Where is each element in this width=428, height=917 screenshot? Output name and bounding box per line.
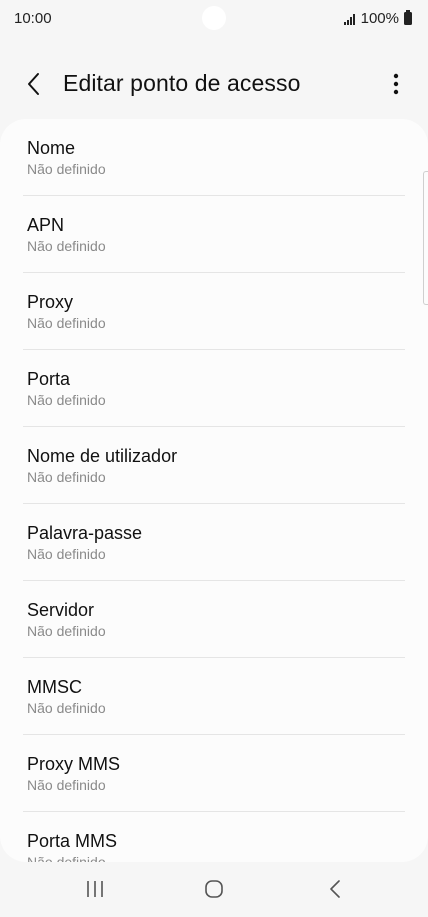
settings-list: Nome Não definido APN Não definido Proxy…	[0, 119, 428, 862]
chevron-left-icon	[28, 73, 39, 95]
screen: 10:00 100% Editar ponto de acesso Nome N…	[0, 0, 428, 917]
home-icon	[205, 880, 223, 898]
page-title: Editar ponto de acesso	[63, 70, 301, 96]
item-title: MMSC	[27, 677, 82, 697]
back-icon	[330, 880, 340, 898]
item-title: Porta MMS	[27, 831, 118, 851]
item-subtitle: Não definido	[27, 546, 106, 562]
list-item-servidor[interactable]: Servidor Não definido	[0, 581, 428, 658]
item-subtitle: Não definido	[27, 238, 106, 254]
item-subtitle: Não definido	[27, 392, 106, 408]
app-header: Editar ponto de acesso	[0, 60, 428, 108]
signal-icon	[343, 13, 355, 25]
scrollbar[interactable]	[423, 171, 428, 305]
list-item-nome-de-utilizador[interactable]: Nome de utilizador Não definido	[0, 427, 428, 504]
item-title: Servidor	[27, 600, 95, 620]
item-subtitle: Não definido	[27, 777, 106, 793]
item-title: Porta	[27, 369, 71, 389]
more-vertical-icon	[393, 73, 399, 95]
list-item-proxy-mms[interactable]: Proxy MMS Não definido	[0, 735, 428, 812]
list-item-apn[interactable]: APN Não definido	[0, 196, 428, 273]
item-subtitle: Não definido	[27, 161, 106, 177]
item-title: APN	[27, 215, 65, 235]
list-item-porta-mms[interactable]: Porta MMS Não definido	[0, 812, 428, 862]
list-item-proxy[interactable]: Proxy Não definido	[0, 273, 428, 350]
recents-icon	[87, 881, 103, 897]
status-bar: 10:00 100%	[0, 0, 428, 38]
item-subtitle: Não definido	[27, 623, 106, 639]
item-subtitle: Não definido	[27, 315, 106, 331]
battery-icon	[404, 10, 412, 25]
list-item-mmsc[interactable]: MMSC Não definido	[0, 658, 428, 735]
list-item-palavra-passe[interactable]: Palavra-passe Não definido	[0, 504, 428, 581]
item-title: Nome	[27, 138, 76, 158]
item-title: Proxy MMS	[27, 754, 121, 774]
back-button[interactable]	[18, 68, 50, 100]
list-item-nome[interactable]: Nome Não definido	[0, 119, 428, 196]
back-nav-button[interactable]	[315, 874, 355, 904]
navigation-bar	[0, 862, 428, 917]
recents-button[interactable]	[75, 874, 115, 904]
camera-cutout	[202, 6, 226, 30]
battery-percentage: 100%	[360, 10, 399, 27]
item-title: Proxy	[27, 292, 74, 312]
item-subtitle: Não definido	[27, 469, 106, 485]
item-subtitle: Não definido	[27, 854, 106, 862]
list-item-porta[interactable]: Porta Não definido	[0, 350, 428, 427]
more-options-button[interactable]	[384, 68, 408, 100]
home-button[interactable]	[194, 874, 234, 904]
item-subtitle: Não definido	[27, 700, 106, 716]
status-indicators: 100%	[343, 10, 412, 27]
status-time: 10:00	[14, 10, 52, 27]
item-title: Palavra-passe	[27, 523, 143, 543]
item-title: Nome de utilizador	[27, 446, 178, 466]
